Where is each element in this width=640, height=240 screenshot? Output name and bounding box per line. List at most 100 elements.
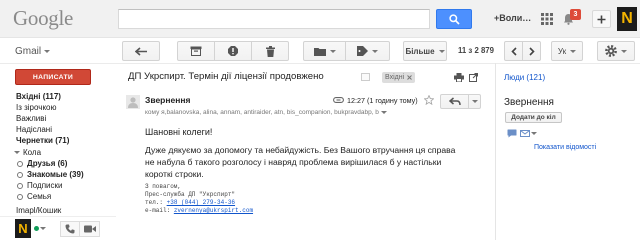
message-body-line: не набула б такого розголосу і навряд пр…: [145, 157, 442, 167]
email-link[interactable]: zvernenya@ukrspirt.com: [174, 207, 253, 214]
gmail-app-switcher[interactable]: Gmail: [15, 46, 51, 57]
input-language-button[interactable]: Ук: [551, 41, 583, 61]
add-to-circles-button[interactable]: Додати до кіл: [505, 112, 562, 123]
phone-link[interactable]: +38 (044) 279-34-36: [167, 199, 235, 206]
circle-label: Друзья (6): [27, 159, 68, 168]
dropdown-arrow-icon: [372, 49, 378, 53]
sidebar-item-trash[interactable]: Imapl/Кошик: [16, 205, 61, 216]
circle-icon: [17, 160, 23, 167]
circle-icon: [17, 182, 23, 189]
sidebar-item-circle[interactable]: Семья: [17, 191, 51, 202]
contact-name[interactable]: Звернення: [504, 97, 554, 108]
video-call-button[interactable]: [80, 221, 100, 237]
circle-icon: [17, 193, 23, 200]
star-icon[interactable]: [424, 95, 434, 105]
spam-icon: [228, 46, 238, 56]
message-more-button[interactable]: [468, 94, 481, 109]
reply-icon: [448, 97, 461, 106]
sidebar-item-circle[interactable]: Знакомые (39): [17, 169, 84, 180]
older-message-button[interactable]: [522, 41, 541, 61]
more-actions-button[interactable]: Більше: [403, 41, 447, 61]
chevron-left-icon: [510, 46, 517, 56]
sidebar-item-inbox[interactable]: Вхідні (117): [16, 91, 61, 102]
circle-label: Семья: [27, 192, 52, 201]
reply-button[interactable]: [440, 94, 469, 109]
circle-label: Знакомые (39): [27, 170, 84, 179]
toolbar-divider: [0, 63, 640, 64]
people-panel-title[interactable]: Люди (121): [504, 73, 545, 82]
people-panel-divider: [495, 63, 496, 240]
mail-icon[interactable]: [520, 130, 530, 137]
signature-closing: З повагом,: [145, 183, 182, 190]
circle-icon: [17, 171, 23, 178]
phone-icon: [65, 224, 75, 234]
sidebar-item-sent[interactable]: Надіслані: [16, 124, 52, 135]
chat-avatar[interactable]: N: [15, 219, 31, 238]
account-avatar[interactable]: N: [617, 7, 637, 31]
mail-dropdown-arrow-icon[interactable]: [531, 132, 537, 135]
gear-icon: [605, 45, 617, 57]
link-icon: [333, 97, 344, 103]
show-details-link[interactable]: Показати відомості: [534, 144, 596, 151]
labels-button[interactable]: [345, 41, 390, 61]
dropdown-arrow-icon: [329, 49, 336, 53]
status-dropdown-arrow-icon[interactable]: [40, 227, 46, 230]
dropdown-arrow-icon: [438, 49, 445, 53]
share-button[interactable]: [592, 10, 611, 28]
label-chip-inbox[interactable]: Вхідні: [382, 72, 416, 83]
dropdown-arrow-icon: [570, 49, 577, 53]
newer-message-button[interactable]: [504, 41, 523, 61]
close-icon[interactable]: [407, 75, 413, 80]
tag-icon: [357, 46, 368, 56]
search-icon: [448, 13, 460, 25]
label-chip-text: Вхідні: [385, 74, 405, 81]
recipients-line[interactable]: кому я,balanovska, alina, annam, antirai…: [145, 109, 387, 116]
video-icon: [83, 225, 96, 233]
circles-label: Кола: [23, 148, 42, 157]
new-window-icon[interactable]: [469, 73, 478, 82]
apps-grid-icon[interactable]: [541, 13, 553, 25]
archive-button[interactable]: [177, 41, 215, 61]
notification-count-badge[interactable]: 3: [570, 9, 581, 20]
sidebar-item-important[interactable]: Важливі: [16, 113, 46, 124]
signature-phone-line: тел.: +38 (044) 279-34-36: [145, 199, 235, 207]
sidebar-item-circle[interactable]: Друзья (6): [17, 158, 67, 169]
chat-divider: [0, 216, 116, 217]
signature-organization: Прес-служба ДП "Укрспирт": [145, 191, 236, 198]
search-input[interactable]: [118, 9, 430, 29]
show-details-arrow-icon[interactable]: [380, 111, 387, 114]
plus-icon: [597, 15, 606, 24]
app-label: Gmail: [15, 46, 42, 57]
message-greeting: Шановні колеги!: [145, 127, 213, 137]
more-label: Більше: [405, 46, 435, 56]
sender-avatar[interactable]: [126, 95, 140, 109]
dropdown-arrow-icon: [471, 100, 478, 103]
search-button[interactable]: [436, 9, 472, 29]
sidebar-item-starred[interactable]: Із зірочкою: [16, 102, 57, 113]
dropdown-arrow-icon: [621, 49, 627, 53]
dropdown-arrow-icon: [44, 50, 51, 53]
settings-button[interactable]: [597, 41, 635, 61]
chat-icon[interactable]: [507, 129, 517, 138]
person-icon: [127, 96, 139, 108]
compose-button[interactable]: НАПИСАТИ: [15, 69, 91, 85]
call-phone-button[interactable]: [60, 221, 80, 237]
pagination-counter: 11 з 2 879: [458, 46, 494, 55]
email-label: e-mail:: [145, 207, 171, 214]
account-name-link[interactable]: +Воли…: [494, 13, 531, 23]
message-subject: ДП Укрспирт. Термін дії ліцензії продовж…: [128, 71, 324, 82]
back-to-inbox-button[interactable]: [122, 41, 160, 61]
sender-name[interactable]: Звернення: [145, 95, 190, 105]
google-logo[interactable]: Google: [13, 6, 73, 31]
report-spam-button[interactable]: [214, 41, 252, 61]
back-arrow-icon: [134, 46, 148, 56]
sidebar-item-drafts[interactable]: Чернетки (71): [16, 135, 69, 146]
message-body-line: короткі строки.: [145, 169, 204, 179]
sidebar-item-circle[interactable]: Подписки: [17, 180, 62, 191]
message-timestamp: 12:27 (1 годину тому): [347, 96, 418, 105]
sidebar-circles-toggle[interactable]: Кола: [14, 147, 41, 158]
move-to-button[interactable]: [303, 41, 346, 61]
importance-marker-icon[interactable]: [361, 73, 370, 81]
print-icon[interactable]: [454, 73, 464, 82]
delete-button[interactable]: [251, 41, 289, 61]
